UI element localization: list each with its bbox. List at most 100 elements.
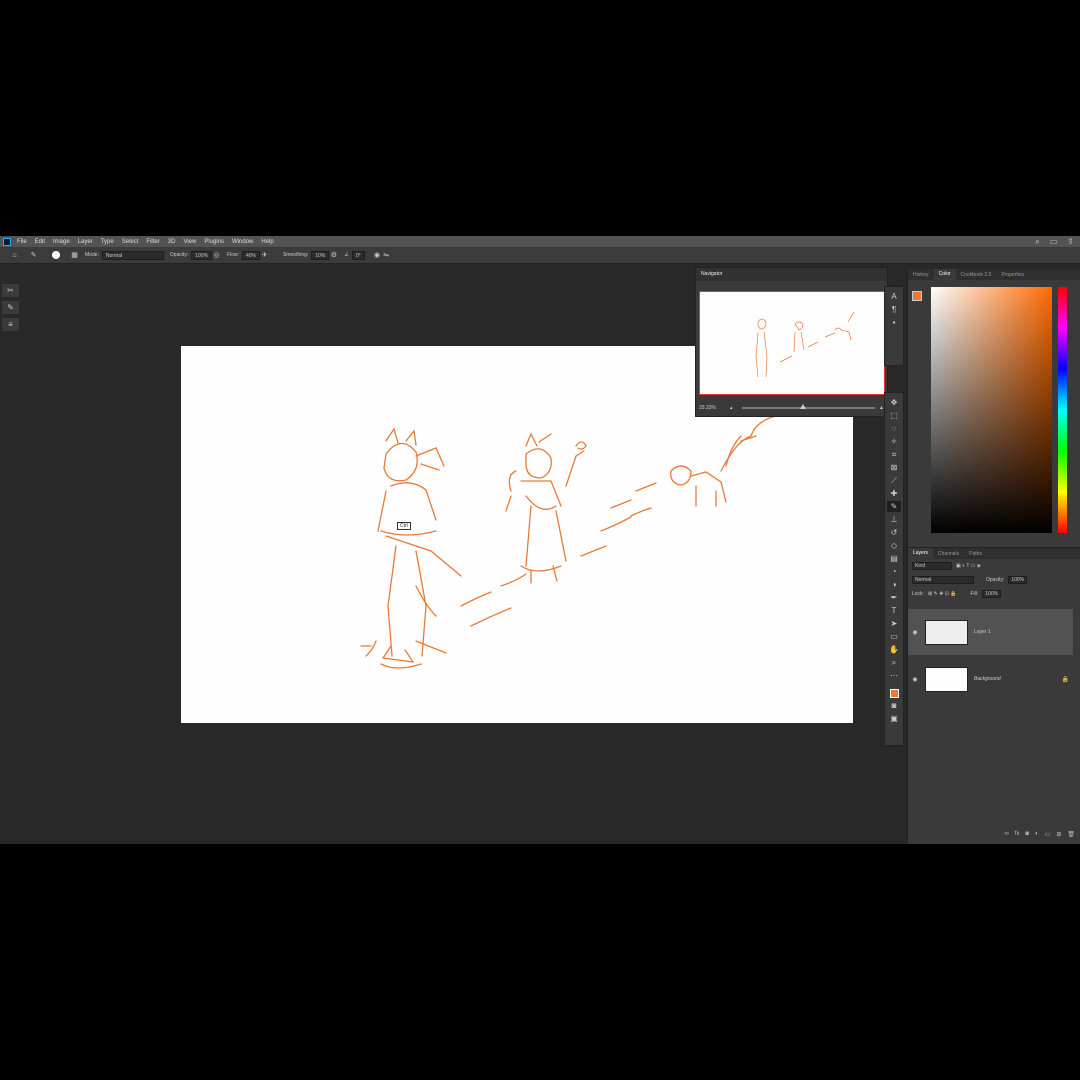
hand-tool-icon[interactable]: ✋ bbox=[887, 644, 901, 655]
more-tools-icon[interactable]: ⋯ bbox=[887, 670, 901, 681]
opacity-input[interactable]: 100% bbox=[191, 250, 213, 260]
brush-settings-panel-icon[interactable]: ✎ bbox=[2, 301, 19, 314]
layer-name[interactable]: Background bbox=[974, 676, 1001, 682]
blend-mode-select[interactable]: Normal bbox=[912, 576, 974, 584]
navigator-tab[interactable]: Navigator bbox=[696, 268, 887, 281]
type-tool-icon[interactable]: T bbox=[887, 605, 901, 616]
magic-wand-icon[interactable]: ✧ bbox=[887, 436, 901, 447]
airbrush-icon[interactable]: ✈ bbox=[260, 251, 269, 260]
path-select-icon[interactable]: ➤ bbox=[887, 618, 901, 629]
adjustment-layer-icon[interactable]: ◐ bbox=[1035, 831, 1039, 838]
visibility-eye-icon[interactable]: ◉ bbox=[908, 629, 922, 636]
search-icon[interactable]: ⌕ bbox=[1035, 237, 1039, 247]
history-brush-icon[interactable]: ↺ bbox=[887, 527, 901, 538]
fx-icon[interactable]: fx bbox=[1015, 831, 1020, 838]
pressure-opacity-icon[interactable]: ◎ bbox=[212, 251, 221, 260]
gradient-icon[interactable]: ▤ bbox=[887, 553, 901, 564]
menu-file[interactable]: File bbox=[17, 239, 27, 245]
menu-plugins[interactable]: Plugins bbox=[204, 239, 224, 245]
angle-icon: ∠ bbox=[344, 252, 349, 258]
dodge-icon[interactable]: ◑ bbox=[887, 579, 901, 590]
menu-3d[interactable]: 3D bbox=[168, 239, 176, 245]
color-panel-tabs: History Color Cookbook 2.5 Properties bbox=[908, 269, 1080, 280]
menu-help[interactable]: Help bbox=[261, 239, 273, 245]
mode-select[interactable]: Normal bbox=[101, 250, 164, 260]
hue-slider[interactable] bbox=[1058, 287, 1067, 533]
home-icon[interactable]: ⌂ bbox=[10, 251, 19, 260]
zoom-slider[interactable] bbox=[742, 404, 876, 409]
tab-color[interactable]: Color bbox=[933, 269, 956, 280]
marquee-tool-icon[interactable]: ⬚ bbox=[887, 410, 901, 421]
zoom-tool-icon[interactable]: ⌕ bbox=[887, 657, 901, 668]
crop-tool-icon[interactable]: ⌗ bbox=[887, 449, 901, 460]
blur-icon[interactable]: ◔ bbox=[887, 566, 901, 577]
lasso-tool-icon[interactable]: ◌ bbox=[887, 423, 901, 434]
eraser-icon[interactable]: ◇ bbox=[887, 540, 901, 551]
frame-tool-icon[interactable]: ⊠ bbox=[887, 462, 901, 473]
workspace-icon[interactable]: ▭ bbox=[1050, 237, 1058, 247]
new-layer-icon[interactable]: ⊞ bbox=[1056, 831, 1061, 838]
shape-tool-icon[interactable]: ▭ bbox=[887, 631, 901, 642]
link-layers-icon[interactable]: ∞ bbox=[1004, 831, 1008, 838]
clone-stamp-icon[interactable]: ⊥ bbox=[887, 514, 901, 525]
color-picker-field[interactable] bbox=[931, 287, 1052, 533]
layer-opacity-input[interactable]: 100% bbox=[1008, 576, 1028, 584]
tab-paths[interactable]: Paths bbox=[964, 551, 987, 557]
color-swatch-pair[interactable] bbox=[912, 291, 926, 305]
menu-window[interactable]: Window bbox=[232, 239, 253, 245]
paragraph-panel-icon[interactable]: ¶ bbox=[887, 304, 901, 315]
smoothing-input[interactable]: 10% bbox=[311, 250, 330, 260]
menu-edit[interactable]: Edit bbox=[35, 239, 45, 245]
flow-label: Flow: bbox=[227, 252, 239, 258]
menu-type[interactable]: Type bbox=[101, 239, 114, 245]
navigator-zoom[interactable]: 33.33% bbox=[699, 405, 716, 411]
layer-row-background[interactable]: ◉ Background 🔒 bbox=[908, 656, 1073, 702]
scissors-icon[interactable]: ✂ bbox=[2, 284, 19, 297]
navigator-preview[interactable] bbox=[699, 291, 885, 395]
layers-panel: Layers Channels Paths Kind ▣ ◐ T ▭ ◈ Nor… bbox=[908, 547, 1080, 844]
tab-cookbook[interactable]: Cookbook 2.5 bbox=[956, 272, 997, 278]
tab-history[interactable]: History bbox=[908, 272, 934, 278]
foreground-color-swatch[interactable] bbox=[889, 689, 899, 698]
flow-input[interactable]: 40% bbox=[242, 250, 261, 260]
layer-row-layer-1[interactable]: ◉ Layer 1 bbox=[908, 609, 1073, 655]
menu-view[interactable]: View bbox=[183, 239, 196, 245]
menu-layer[interactable]: Layer bbox=[78, 239, 93, 245]
adjustments-icon[interactable]: ≡ bbox=[2, 318, 19, 331]
quick-mask-icon[interactable]: ◙ bbox=[887, 700, 901, 711]
fill-input[interactable]: 100% bbox=[982, 590, 1002, 598]
kind-filter-select[interactable]: Kind bbox=[912, 562, 952, 570]
brush-settings-icon[interactable]: ▦ bbox=[70, 251, 79, 260]
pressure-size-icon[interactable]: ◉ bbox=[373, 251, 382, 260]
share-icon[interactable]: ⇪ bbox=[1067, 237, 1074, 247]
eyedropper-icon[interactable]: ⟋ bbox=[887, 475, 901, 486]
brush-preset-picker[interactable] bbox=[52, 251, 60, 259]
layer-name[interactable]: Layer 1 bbox=[974, 629, 991, 635]
brush-icon[interactable]: ✎ bbox=[887, 501, 901, 512]
photoshop-logo-icon[interactable] bbox=[3, 237, 11, 246]
filter-icons[interactable]: ▣ ◐ T ▭ ◈ bbox=[956, 563, 981, 569]
trash-icon[interactable]: 🗑 bbox=[1067, 831, 1075, 838]
add-mask-icon[interactable]: ◙ bbox=[1025, 831, 1029, 838]
gear-icon[interactable]: ⚙ bbox=[329, 251, 338, 260]
tab-properties[interactable]: Properties bbox=[996, 272, 1029, 278]
visibility-eye-icon[interactable]: ◉ bbox=[908, 676, 922, 683]
tab-channels[interactable]: Channels bbox=[933, 551, 964, 557]
angle-input[interactable]: 0° bbox=[351, 250, 365, 260]
brush-tool-icon[interactable]: ✎ bbox=[29, 251, 38, 260]
new-group-icon[interactable]: ▭ bbox=[1045, 831, 1051, 838]
menu-filter[interactable]: Filter bbox=[146, 239, 159, 245]
move-tool-icon[interactable]: ✥ bbox=[887, 397, 901, 408]
character-panel-icon[interactable]: A bbox=[887, 291, 901, 302]
symmetry-icon[interactable]: ⇋ bbox=[382, 251, 391, 260]
lock-icons[interactable]: ⊠ ✎ ✥ ⊡ 🔒 bbox=[928, 591, 957, 597]
tab-layers[interactable]: Layers bbox=[908, 548, 934, 559]
healing-brush-icon[interactable]: ✚ bbox=[887, 488, 901, 499]
foreground-swatch[interactable] bbox=[912, 291, 922, 301]
zoom-out-icon[interactable]: ▴ bbox=[730, 405, 733, 411]
pen-tool-icon[interactable]: ✒ bbox=[887, 592, 901, 603]
screen-mode-icon[interactable]: ▣ bbox=[887, 713, 901, 724]
menu-image[interactable]: Image bbox=[53, 239, 70, 245]
menu-select[interactable]: Select bbox=[122, 239, 139, 245]
swatches-icon[interactable]: ▪ bbox=[887, 317, 901, 328]
